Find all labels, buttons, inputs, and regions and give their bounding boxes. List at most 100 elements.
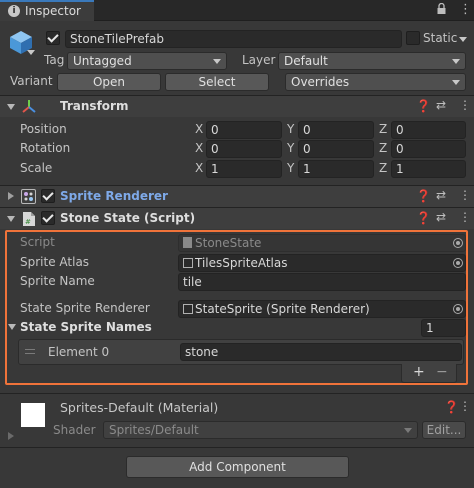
select-button[interactable]: Select [165, 73, 269, 91]
foldout-icon[interactable] [8, 192, 14, 200]
scale-y-field[interactable]: 1 [298, 160, 374, 178]
menu-icon[interactable]: ⋮ [459, 2, 472, 17]
layer-dropdown[interactable]: Default [278, 52, 466, 70]
icon-dropdown-caret[interactable] [27, 50, 35, 55]
help-icon[interactable]: ❓ [416, 99, 431, 113]
help-icon[interactable]: ❓ [444, 400, 459, 414]
add-component-button[interactable]: Add Component [126, 456, 349, 478]
tab-title: Inspector [25, 4, 81, 18]
position-z-label[interactable]: Z [379, 122, 387, 136]
chevron-down-icon [213, 59, 221, 64]
help-icon[interactable]: ❓ [416, 211, 431, 225]
transform-title: Transform [60, 99, 129, 113]
rotation-label: Rotation [20, 141, 71, 155]
foldout-icon[interactable] [7, 104, 15, 110]
scale-label: Scale [20, 161, 53, 175]
tag-label: Tag [44, 53, 65, 67]
rotation-y-field[interactable]: 0 [298, 140, 374, 158]
sprite-atlas-label: Sprite Atlas [20, 255, 90, 269]
drag-handle-icon[interactable] [25, 349, 35, 354]
script-field: StoneState [178, 234, 466, 252]
context-menu-icon[interactable]: ⋮ [459, 188, 471, 202]
presets-icon[interactable]: ⇄ [436, 188, 446, 202]
script-label: Script [20, 235, 55, 249]
position-x-label[interactable]: X [195, 122, 203, 136]
edit-shader-button[interactable]: Edit... [422, 421, 466, 439]
lock-icon[interactable] [437, 2, 446, 14]
position-y-label[interactable]: Y [287, 122, 294, 136]
material-preview [21, 403, 45, 427]
add-element-button[interactable]: + [413, 364, 425, 380]
stone-state-title: Stone State (Script) [60, 211, 196, 225]
scale-x-field[interactable]: 1 [206, 160, 282, 178]
remove-element-button[interactable]: − [436, 364, 448, 380]
material-foldout-icon[interactable] [8, 432, 14, 440]
context-menu-icon[interactable]: ⋮ [459, 98, 471, 112]
sprite-renderer-enabled-checkbox[interactable] [41, 189, 55, 203]
state-sprite-names-label[interactable]: State Sprite Names [20, 320, 152, 334]
sprite-renderer-header[interactable]: Sprite Renderer ❓ ⇄ ⋮ [0, 185, 474, 207]
transform-header[interactable]: Transform ❓ ⇄ ⋮ [0, 95, 474, 117]
context-menu-icon[interactable]: ⋮ [459, 399, 471, 413]
state-sprite-renderer-field[interactable]: StateSprite (Sprite Renderer) [178, 300, 466, 318]
presets-icon[interactable]: ⇄ [436, 98, 446, 112]
static-checkbox[interactable] [406, 31, 420, 45]
object-picker-icon[interactable] [453, 258, 463, 268]
context-menu-icon[interactable]: ⋮ [459, 210, 471, 224]
static-label: Static [423, 31, 458, 45]
atlas-icon [183, 258, 193, 268]
array-size-field[interactable]: 1 [421, 319, 466, 337]
rotation-z-field[interactable]: 0 [391, 140, 466, 158]
element-0-field[interactable]: stone [180, 343, 462, 361]
rotation-y-label[interactable]: Y [287, 141, 294, 155]
scale-y-label[interactable]: Y [287, 161, 294, 175]
open-button[interactable]: Open [57, 73, 161, 91]
help-icon[interactable]: ❓ [416, 189, 431, 203]
sprite-name-label: Sprite Name [20, 274, 95, 288]
position-y-field[interactable]: 0 [298, 121, 374, 139]
script-icon: # [22, 211, 35, 226]
state-sprite-renderer-label: State Sprite Renderer [20, 301, 150, 315]
static-dropdown-caret[interactable] [459, 37, 467, 42]
stone-state-header[interactable]: # Stone State (Script) ❓ ⇄ ⋮ [0, 207, 474, 229]
presets-icon[interactable]: ⇄ [436, 210, 446, 224]
scale-x-label[interactable]: X [195, 161, 203, 175]
rotation-x-field[interactable]: 0 [206, 140, 282, 158]
position-x-field[interactable]: 0 [206, 121, 282, 139]
shader-value: Sprites/Default [109, 423, 199, 437]
transform-icon [21, 99, 37, 115]
object-picker-icon[interactable] [453, 304, 463, 314]
overrides-dropdown[interactable]: Overrides [285, 73, 466, 91]
state-sprite-names-foldout-icon[interactable] [8, 324, 16, 330]
add-component-divider [0, 447, 474, 448]
svg-text:#: # [25, 218, 31, 226]
element-0-label: Element 0 [48, 345, 110, 359]
material-title: Sprites-Default (Material) [60, 400, 219, 415]
layer-value: Default [284, 54, 328, 68]
scale-z-label[interactable]: Z [379, 161, 387, 175]
material-divider [0, 393, 474, 394]
position-label: Position [20, 122, 67, 136]
sprite-name-field[interactable]: tile [178, 273, 466, 291]
overrides-value: Overrides [291, 75, 350, 89]
tag-value: Untagged [73, 54, 132, 68]
scale-z-field[interactable]: 1 [391, 160, 466, 178]
layer-label: Layer [242, 53, 276, 67]
object-name-field[interactable]: StoneTilePrefab [65, 30, 402, 48]
rotation-z-label[interactable]: Z [379, 141, 387, 155]
sprite-renderer-title: Sprite Renderer [60, 189, 168, 203]
position-z-field[interactable]: 0 [391, 121, 466, 139]
sprite-atlas-value: TilesSpriteAtlas [195, 256, 288, 270]
variant-label: Variant [10, 74, 53, 88]
foldout-icon[interactable] [7, 216, 15, 222]
info-icon: i [8, 5, 20, 17]
state-sprite-renderer-value: StateSprite (Sprite Renderer) [195, 302, 370, 316]
shader-label: Shader [53, 423, 96, 437]
tag-dropdown[interactable]: Untagged [67, 52, 227, 70]
active-checkbox[interactable] [46, 31, 60, 45]
stone-state-enabled-checkbox[interactable] [41, 211, 55, 225]
rotation-x-label[interactable]: X [195, 141, 203, 155]
sprite-atlas-field[interactable]: TilesSpriteAtlas [178, 254, 466, 272]
inspector-tab[interactable]: i Inspector [0, 0, 94, 21]
shader-dropdown[interactable]: Sprites/Default [103, 421, 418, 439]
